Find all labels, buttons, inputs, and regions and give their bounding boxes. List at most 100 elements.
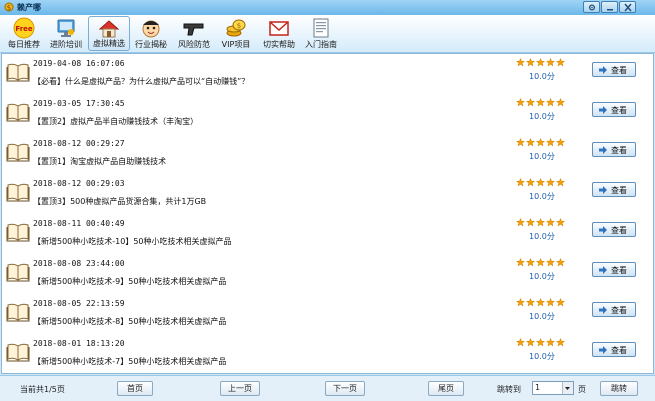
star-icon: [545, 337, 556, 347]
jump-label: 跳转到: [497, 385, 521, 394]
app-icon: $: [4, 2, 14, 12]
envelope-icon: [269, 21, 289, 36]
list-item[interactable]: 2018-08-05 22:13:59 【新增500种小吃技术-8】50种小吃技术…: [2, 294, 653, 335]
arrow-icon: [599, 186, 607, 194]
star-icon: [515, 297, 526, 307]
star-icon: [535, 337, 546, 347]
view-button[interactable]: 查看: [592, 222, 636, 237]
prev-page-button[interactable]: 上一页: [220, 381, 260, 396]
view-button[interactable]: 查看: [592, 342, 636, 357]
book-icon: [6, 103, 30, 122]
item-title[interactable]: 【必看】什么是虚拟产品？为什么虚拟产品可以“自动赚钱”？: [33, 76, 249, 87]
item-title[interactable]: 【置顶3】500种虚拟产品货源合集，共计1万GB: [33, 196, 206, 207]
rating-stars: [515, 57, 566, 69]
view-button-label: 查看: [611, 186, 627, 195]
item-score: 10.0分: [529, 152, 555, 161]
book-icon: [6, 183, 30, 202]
star-icon: [535, 97, 546, 107]
jump-button[interactable]: 跳转: [600, 381, 638, 396]
item-date: 2019-04-08 16:07:06: [33, 59, 125, 68]
book-icon: [6, 303, 30, 322]
toolbar-practical-help[interactable]: 切实帮助: [258, 16, 300, 51]
monitor-tools-icon: [57, 19, 75, 37]
document-icon: [313, 18, 329, 38]
toolbar-label: 行业揭秘: [135, 40, 167, 49]
toolbar-beginner-guide[interactable]: 入门指南: [300, 16, 342, 51]
next-page-button[interactable]: 下一页: [325, 381, 365, 396]
view-button[interactable]: 查看: [592, 142, 636, 157]
gold-coins-icon: $: [226, 19, 246, 37]
item-title[interactable]: 【新增500种小吃技术-8】50种小吃技术相关虚拟产品: [33, 316, 226, 327]
list-item[interactable]: 2019-04-08 16:07:06 【必看】什么是虚拟产品？为什么虚拟产品可以…: [2, 54, 653, 95]
settings-button[interactable]: [583, 1, 600, 13]
view-button-label: 查看: [611, 146, 627, 155]
item-score: 10.0分: [529, 112, 555, 121]
rating-stars: [515, 217, 566, 229]
list-item[interactable]: 2018-08-12 00:29:27 【置顶1】淘宝虚拟产品自助赚钱技术 10.0…: [2, 134, 653, 175]
rating-stars: [515, 137, 566, 149]
star-icon: [515, 137, 526, 147]
item-date: 2018-08-11 00:40:49: [33, 219, 125, 228]
page-unit: 页: [578, 385, 586, 394]
toolbar-vip-project[interactable]: $ VIP项目: [215, 16, 257, 51]
item-title[interactable]: 【置顶2】虚拟产品半自动赚钱技术（丰淘宝）: [33, 116, 198, 127]
toolbar-label: 进阶培训: [50, 40, 82, 49]
star-icon: [535, 297, 546, 307]
star-icon: [535, 217, 546, 227]
arrow-icon: [599, 346, 607, 354]
item-title[interactable]: 【置顶1】淘宝虚拟产品自助赚钱技术: [33, 156, 166, 167]
article-list: 2019-04-08 16:07:06 【必看】什么是虚拟产品？为什么虚拟产品可以…: [1, 53, 654, 374]
book-icon: [6, 263, 30, 282]
page-select[interactable]: 1: [532, 381, 574, 395]
view-button[interactable]: 查看: [592, 302, 636, 317]
star-icon: [535, 57, 546, 67]
star-icon: [535, 137, 546, 147]
close-button[interactable]: [619, 1, 636, 13]
main-toolbar: Free 每日推荐 进阶培训 虚拟精选 行业揭秘 风险防范 $ VIP项目 切实…: [0, 15, 655, 53]
list-item[interactable]: 2018-08-01 18:13:20 【新增500种小吃技术-7】50种小吃技术…: [2, 334, 653, 373]
star-icon: [555, 137, 566, 147]
rating-stars: [515, 97, 566, 109]
view-button[interactable]: 查看: [592, 262, 636, 277]
list-item[interactable]: 2018-08-12 00:29:03 【置顶3】500种虚拟产品货源合集，共计1…: [2, 174, 653, 215]
toolbar-label: 每日推荐: [8, 40, 40, 49]
item-score: 10.0分: [529, 232, 555, 241]
minimize-button[interactable]: [601, 1, 618, 13]
item-date: 2018-08-12 00:29:27: [33, 139, 125, 148]
toolbar-advanced-training[interactable]: 进阶培训: [45, 16, 87, 51]
item-score: 10.0分: [529, 72, 555, 81]
list-item[interactable]: 2018-08-08 23:44:00 【新增500种小吃技术-9】50种小吃技术…: [2, 254, 653, 295]
list-item[interactable]: 2018-08-11 00:40:49 【新增500种小吃技术-10】50种小吃技…: [2, 214, 653, 255]
close-icon: [624, 3, 632, 12]
window-title: 赖产哪: [17, 3, 41, 12]
star-icon: [555, 177, 566, 187]
toolbar-risk-prevention[interactable]: 风险防范: [173, 16, 215, 51]
list-item[interactable]: 2019-03-05 17:30:45 【置顶2】虚拟产品半自动赚钱技术（丰淘宝）…: [2, 94, 653, 135]
item-title[interactable]: 【新增500种小吃技术-9】50种小吃技术相关虚拟产品: [33, 276, 226, 287]
toolbar-label: VIP项目: [221, 40, 251, 49]
star-icon: [525, 257, 536, 267]
item-score: 10.0分: [529, 312, 555, 321]
item-title[interactable]: 【新增500种小吃技术-7】50种小吃技术相关虚拟产品: [33, 356, 226, 367]
view-button[interactable]: 查看: [592, 182, 636, 197]
item-date: 2018-08-08 23:44:00: [33, 259, 125, 268]
item-title[interactable]: 【新增500种小吃技术-10】50种小吃技术相关虚拟产品: [33, 236, 232, 247]
toolbar-virtual-selection[interactable]: 虚拟精选: [88, 16, 130, 51]
pistol-icon: [183, 23, 204, 36]
free-badge-icon: Free: [13, 17, 35, 39]
view-button[interactable]: 查看: [592, 62, 636, 77]
book-icon: [6, 63, 30, 82]
arrow-icon: [599, 146, 607, 154]
last-page-button[interactable]: 尾页: [428, 381, 464, 396]
star-icon: [525, 337, 536, 347]
toolbar-industry-reveal[interactable]: 行业揭秘: [130, 16, 172, 51]
star-icon: [555, 257, 566, 267]
star-icon: [545, 217, 556, 227]
toolbar-daily-recommend[interactable]: Free 每日推荐: [3, 16, 45, 51]
first-page-button[interactable]: 首页: [117, 381, 153, 396]
arrow-icon: [599, 306, 607, 314]
title-bar: $ 赖产哪: [0, 0, 655, 16]
view-button[interactable]: 查看: [592, 102, 636, 117]
star-icon: [525, 57, 536, 67]
arrow-icon: [599, 266, 607, 274]
